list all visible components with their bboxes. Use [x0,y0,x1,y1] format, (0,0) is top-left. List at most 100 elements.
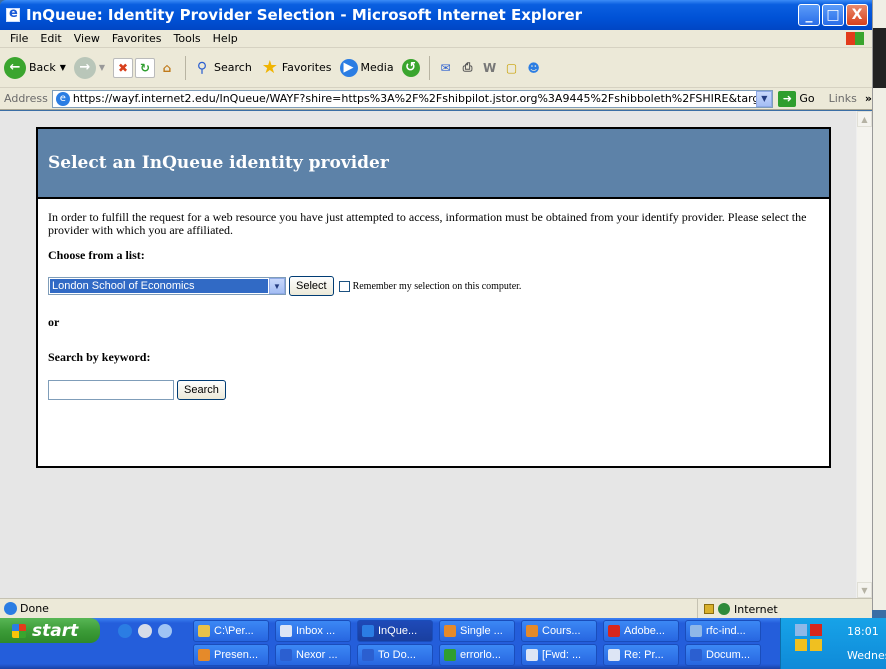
security-zone: Internet [697,599,872,619]
lock-icon[interactable] [810,639,822,651]
adobe-icon [608,625,620,637]
provider-select[interactable]: London School of Economics ▼ [48,277,286,295]
media-button[interactable]: ▶ Media [339,58,394,77]
task-label: InQue... [378,625,418,637]
favorites-label: Favorites [281,61,332,74]
ie-quicklaunch-icon[interactable] [118,624,132,638]
ie-page-icon [4,602,17,615]
remember-checkbox[interactable] [338,280,350,292]
media-icon: ▶ [339,58,358,77]
task-label: To Do... [378,649,416,661]
task-button[interactable]: C:\Per... [193,620,269,642]
intro-text: In order to fulfill the request for a we… [48,210,807,237]
chevron-right-icon[interactable]: » [865,92,872,105]
menu-favorites[interactable]: Favorites [106,32,168,45]
task-button[interactable]: Adobe... [603,620,679,642]
task-button[interactable]: To Do... [357,644,433,666]
menu-file[interactable]: File [4,32,34,45]
network-icon[interactable] [795,624,807,636]
task-button[interactable]: [Fwd: ... [521,644,597,666]
task-button[interactable]: Re: Pr... [603,644,679,666]
address-label: Address [4,92,48,105]
refresh-icon[interactable]: ↻ [135,57,156,78]
menu-help[interactable]: Help [207,32,244,45]
task-label: rfc-ind... [706,625,746,637]
status-bar: Done Internet [0,598,872,619]
task-button[interactable]: Nexor ... [275,644,351,666]
task-button[interactable]: Presen... [193,644,269,666]
menu-edit[interactable]: Edit [34,32,67,45]
panel-body: In order to fulfill the request for a we… [38,199,829,412]
chevron-down-icon[interactable]: ▼ [269,278,285,294]
clock-time[interactable]: 18:01 [847,625,879,638]
vertical-scrollbar[interactable]: ▲ ▼ [856,111,872,598]
word-icon [280,649,292,661]
provider-selection-panel: Select an InQueue identity provider In o… [36,127,831,468]
edit-icon[interactable]: W [480,58,500,78]
word-icon [690,649,702,661]
links-toolbar[interactable]: Links [829,92,857,105]
toolbar-separator [428,55,430,80]
forward-arrow-icon: → [73,56,96,79]
close-button[interactable]: X [846,4,868,26]
task-button[interactable]: Single ... [439,620,515,642]
chevron-down-icon[interactable]: ▼ [99,63,105,72]
task-button[interactable]: Inbox ... [275,620,351,642]
minimize-button[interactable]: _ [798,4,820,26]
address-input[interactable]: e https://wayf.internet2.edu/InQueue/WAY… [51,89,774,108]
history-icon[interactable]: ↺ [401,58,420,77]
zone-label: Internet [734,602,778,616]
stop-icon[interactable]: ✖ [113,57,134,78]
menu-view[interactable]: View [68,32,106,45]
scroll-down-icon[interactable]: ▼ [857,582,872,598]
favorites-button[interactable]: ★ Favorites [260,57,332,78]
forward-button[interactable]: → ▼ [73,56,105,79]
outlook-quicklaunch-icon[interactable] [138,624,152,638]
task-label: Adobe... [624,625,665,637]
keyword-label: Search by keyword: [48,350,151,364]
start-button[interactable]: start [0,618,100,643]
language-icon[interactable] [810,624,822,636]
task-button[interactable]: Cours... [521,620,597,642]
ie-page-icon [6,6,20,22]
task-button[interactable]: rfc-ind... [685,620,761,642]
menu-bar: File Edit View Favorites Tools Help [0,30,872,48]
go-button[interactable]: ➜ Go [778,90,815,107]
task-button[interactable]: Docum... [685,644,761,666]
task-button[interactable]: InQue... [357,620,433,642]
panel-header: Select an InQueue identity provider [38,129,829,199]
task-label: Nexor ... [296,649,338,661]
desktop-quicklaunch-icon[interactable] [158,624,172,638]
media-label: Media [360,61,394,74]
discuss-icon[interactable]: ▢ [502,58,522,78]
window-title-bar[interactable]: InQueue: Identity Provider Selection - M… [0,0,872,30]
task-button[interactable]: errorlo... [439,644,515,666]
back-label: Back [29,61,56,74]
back-button[interactable]: ← Back ▼ [4,56,66,79]
chevron-down-icon[interactable]: ▼ [756,90,773,107]
clock-day: Wednesday [847,649,886,662]
maximize-button[interactable]: □ [822,4,844,26]
search-button[interactable]: ⚲ Search [192,58,252,78]
keyword-search-row: Search [48,380,819,400]
powerpoint-icon [198,649,210,661]
window-title: InQueue: Identity Provider Selection - M… [26,6,583,24]
address-url[interactable]: https://wayf.internet2.edu/InQueue/WAYF?… [73,92,757,105]
windows-flag-icon [12,623,26,638]
address-bar: Address e https://wayf.internet2.edu/InQ… [0,88,872,110]
security-icon[interactable] [795,639,807,651]
search-submit-button[interactable]: Search [177,380,226,400]
tray-icons [795,624,831,651]
document-icon [690,625,702,637]
mail-icon[interactable]: ✉ [436,58,456,78]
menu-tools[interactable]: Tools [168,32,207,45]
task-label: Inbox ... [296,625,336,637]
home-icon[interactable]: ⌂ [157,58,177,78]
chevron-down-icon[interactable]: ▼ [60,63,66,72]
quick-launch [118,624,172,638]
scroll-up-icon[interactable]: ▲ [857,111,872,127]
keyword-input[interactable] [48,380,174,400]
select-button[interactable]: Select [289,276,334,296]
print-icon[interactable]: ⎙ [458,58,478,78]
messenger-icon[interactable]: ☻ [524,58,544,78]
